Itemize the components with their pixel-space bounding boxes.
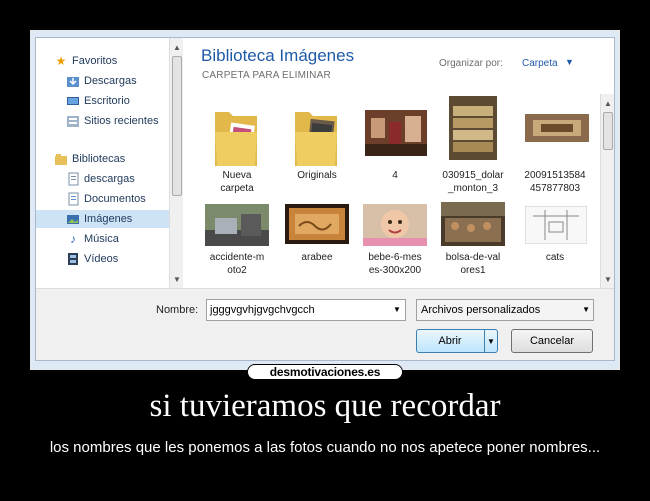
sidebar-item-label: Imágenes <box>84 213 133 225</box>
file-list-pane: Biblioteca Imágenes CARPETA PARA ELIMINA… <box>197 38 614 288</box>
sidebar-item-label: Escritorio <box>84 95 130 107</box>
folder-icon <box>291 102 341 173</box>
file-name-line2: carpeta <box>220 183 254 194</box>
scroll-thumb[interactable] <box>603 112 613 150</box>
open-button-label: Abrir <box>438 335 462 347</box>
file-item[interactable]: bebe-6-mes es-300x200 <box>355 200 435 290</box>
cancel-button[interactable]: Cancelar <box>511 329 593 353</box>
scroll-up-icon[interactable]: ▲ <box>170 40 184 54</box>
photo-thumbnail <box>205 204 269 251</box>
documents-icon <box>66 192 80 206</box>
photo-thumbnail <box>285 204 349 249</box>
sidebar-item-favoritos[interactable]: ★ Favoritos <box>36 52 183 70</box>
file-name-line1: 030915_dolar <box>442 170 504 181</box>
sidebar-item-label: Música <box>84 233 119 245</box>
file-type-value: Archivos personalizados <box>421 304 541 316</box>
sidebar-item-descargas-lib[interactable]: descargas <box>36 170 183 188</box>
scroll-thumb[interactable] <box>172 56 182 196</box>
navigation-pane: ★ Favoritos Descargas Escritorio Sitios <box>36 38 183 288</box>
star-icon: ★ <box>55 54 67 68</box>
video-film-icon <box>66 252 80 266</box>
photo-thumbnail <box>525 114 589 147</box>
dialog-frame: ★ Favoritos Descargas Escritorio Sitios <box>30 30 620 370</box>
sidebar-item-documentos[interactable]: Documentos <box>36 190 183 208</box>
file-item[interactable]: 4 <box>355 96 435 201</box>
file-name-line2: ores1 <box>460 265 486 276</box>
file-name-line1: bolsa-de-val <box>445 252 501 263</box>
poster-subtext: los nombres que les ponemos a las fotos … <box>49 439 601 456</box>
file-name-line1: bebe-6-mes <box>368 252 422 263</box>
file-name-input[interactable]: jgggvgvhjgvgchvgcch ▼ <box>206 299 406 321</box>
sidebar-item-label: Bibliotecas <box>72 153 126 165</box>
file-name-line1: Nueva <box>222 170 252 181</box>
sidebar-item-bibliotecas[interactable]: Bibliotecas <box>36 150 183 168</box>
arrange-by-dropdown[interactable]: Carpeta <box>522 58 558 69</box>
arrange-by-label: Organizar por: <box>439 58 503 69</box>
file-name-line2: oto2 <box>227 265 247 276</box>
library-subtitle: CARPETA PARA ELIMINAR <box>202 70 331 81</box>
file-item[interactable]: accidente-m oto2 <box>197 200 277 290</box>
file-name-line1: cats <box>545 252 565 263</box>
open-button[interactable]: Abrir ▼ <box>416 329 498 353</box>
file-item[interactable]: bolsa-de-val ores1 <box>433 200 513 290</box>
file-name-line1: 4 <box>392 170 398 181</box>
file-name-line2: 457877803 <box>529 183 581 194</box>
scroll-down-icon[interactable]: ▼ <box>170 272 184 286</box>
file-name-line1: Originals <box>297 170 337 181</box>
file-type-select[interactable]: Archivos personalizados ▼ <box>416 299 594 321</box>
file-name-line1: 20091513584 <box>524 170 586 181</box>
photo-thumbnail <box>449 96 497 165</box>
poster-headline: si tuvieramos que recordar <box>149 388 501 424</box>
sidebar-item-descargas[interactable]: Descargas <box>36 72 183 90</box>
sidebar-item-imagenes[interactable]: Imágenes <box>36 210 183 228</box>
document-icon <box>66 172 80 186</box>
open-file-dialog: ★ Favoritos Descargas Escritorio Sitios <box>35 37 615 361</box>
sidebar-item-label: Favoritos <box>72 55 118 67</box>
sidebar-item-label: Documentos <box>84 193 146 205</box>
folder-icon <box>211 102 261 173</box>
site-logo: desmotivaciones.es <box>247 364 403 380</box>
scroll-down-icon[interactable]: ▼ <box>601 272 615 286</box>
file-name-line2: es-300x200 <box>368 265 422 276</box>
libraries-icon <box>54 152 68 166</box>
sidebar-item-sitios-recientes[interactable]: Sitios recientes <box>36 112 183 130</box>
downloads-folder-icon <box>66 74 80 88</box>
file-item[interactable]: 20091513584 457877803 <box>515 96 595 201</box>
photo-thumbnail <box>524 205 588 249</box>
desktop-icon <box>66 94 80 108</box>
file-item[interactable]: Originals <box>277 96 357 201</box>
file-name-value: jgggvgvhjgvgchvgcch <box>210 304 315 316</box>
file-item[interactable]: Nueva carpeta <box>197 96 277 201</box>
sidebar-item-label: Descargas <box>84 75 137 87</box>
chevron-down-icon[interactable]: ▼ <box>582 300 590 320</box>
file-item[interactable]: arabee <box>277 200 357 290</box>
photo-thumbnail <box>365 110 427 161</box>
music-note-icon: ♪ <box>70 232 76 246</box>
cancel-button-label: Cancelar <box>529 335 575 347</box>
scroll-up-icon[interactable]: ▲ <box>601 96 615 110</box>
sidebar-item-escritorio[interactable]: Escritorio <box>36 92 183 110</box>
sidebar-item-musica[interactable]: ♪ Música <box>36 230 183 248</box>
sidebar-item-label: Vídeos <box>84 253 119 265</box>
file-item[interactable]: 030915_dolar _monton_3 <box>433 96 513 201</box>
dialog-bottom-bar: Nombre: jgggvgvhjgvgchvgcch ▼ Archivos p… <box>36 288 614 360</box>
file-name-line2: _monton_3 <box>447 183 499 194</box>
chevron-down-icon[interactable]: ▼ <box>389 300 405 320</box>
file-name-line1: arabee <box>301 252 333 263</box>
file-name-line1: accidente-m <box>209 252 265 263</box>
recent-places-icon <box>66 114 80 128</box>
pictures-icon <box>66 212 80 226</box>
library-title: Biblioteca Imágenes <box>201 46 355 65</box>
file-list-scrollbar[interactable]: ▲ ▼ <box>600 94 614 288</box>
sidebar-item-videos[interactable]: Vídeos <box>36 250 183 268</box>
photo-thumbnail <box>363 204 427 251</box>
file-name-label: Nombre: <box>156 304 199 316</box>
chevron-down-icon[interactable]: ▼ <box>565 57 574 67</box>
sidebar-item-label: descargas <box>84 173 135 185</box>
sidebar-scrollbar[interactable]: ▲ ▼ <box>169 38 183 288</box>
chevron-down-icon[interactable]: ▼ <box>484 330 497 352</box>
sidebar-item-label: Sitios recientes <box>84 115 159 127</box>
file-item[interactable]: cats <box>515 200 595 290</box>
photo-thumbnail <box>441 202 505 251</box>
